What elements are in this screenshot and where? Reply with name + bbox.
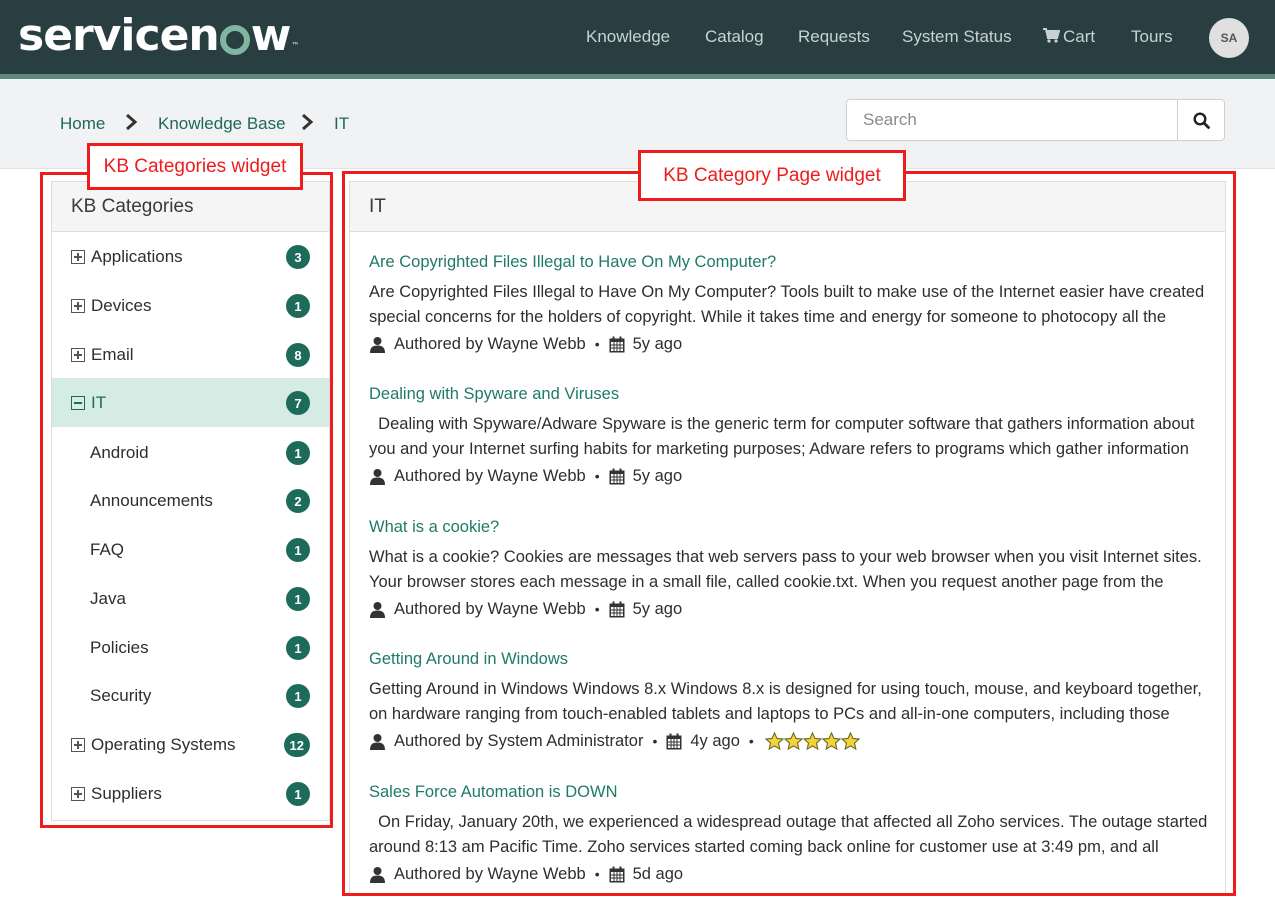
search-input[interactable]	[847, 100, 1177, 140]
breadcrumb-it[interactable]: IT	[334, 114, 349, 134]
nav-cart[interactable]: Cart	[1043, 27, 1095, 47]
nav-catalog[interactable]: Catalog	[705, 27, 764, 47]
nav-requests[interactable]: Requests	[798, 27, 870, 47]
kb-categories-annotation-box	[40, 172, 333, 828]
top-navbar: servicen w ™ Knowledge Catalog Requests Sy…	[0, 0, 1275, 74]
nav-knowledge[interactable]: Knowledge	[586, 27, 670, 47]
chevron-right-icon	[126, 113, 138, 131]
kb-categories-annotation-label: KB Categories widget	[87, 143, 303, 190]
user-avatar[interactable]: SA	[1209, 18, 1249, 58]
search-box	[846, 99, 1225, 141]
nav-system-status[interactable]: System Status	[902, 27, 1012, 47]
search-icon	[1193, 111, 1210, 129]
servicenow-logo[interactable]: servicen w ™	[18, 10, 299, 61]
breadcrumb-home[interactable]: Home	[60, 114, 105, 134]
chevron-right-icon	[302, 113, 314, 131]
nav-tours[interactable]: Tours	[1131, 27, 1173, 47]
kb-category-page-annotation-box	[342, 171, 1236, 896]
breadcrumb-knowledge-base[interactable]: Knowledge Base	[158, 114, 286, 134]
kb-category-page-annotation-label: KB Category Page widget	[638, 150, 906, 201]
search-button[interactable]	[1177, 100, 1225, 140]
nav-cart-label: Cart	[1063, 27, 1096, 46]
cart-icon	[1043, 28, 1060, 43]
